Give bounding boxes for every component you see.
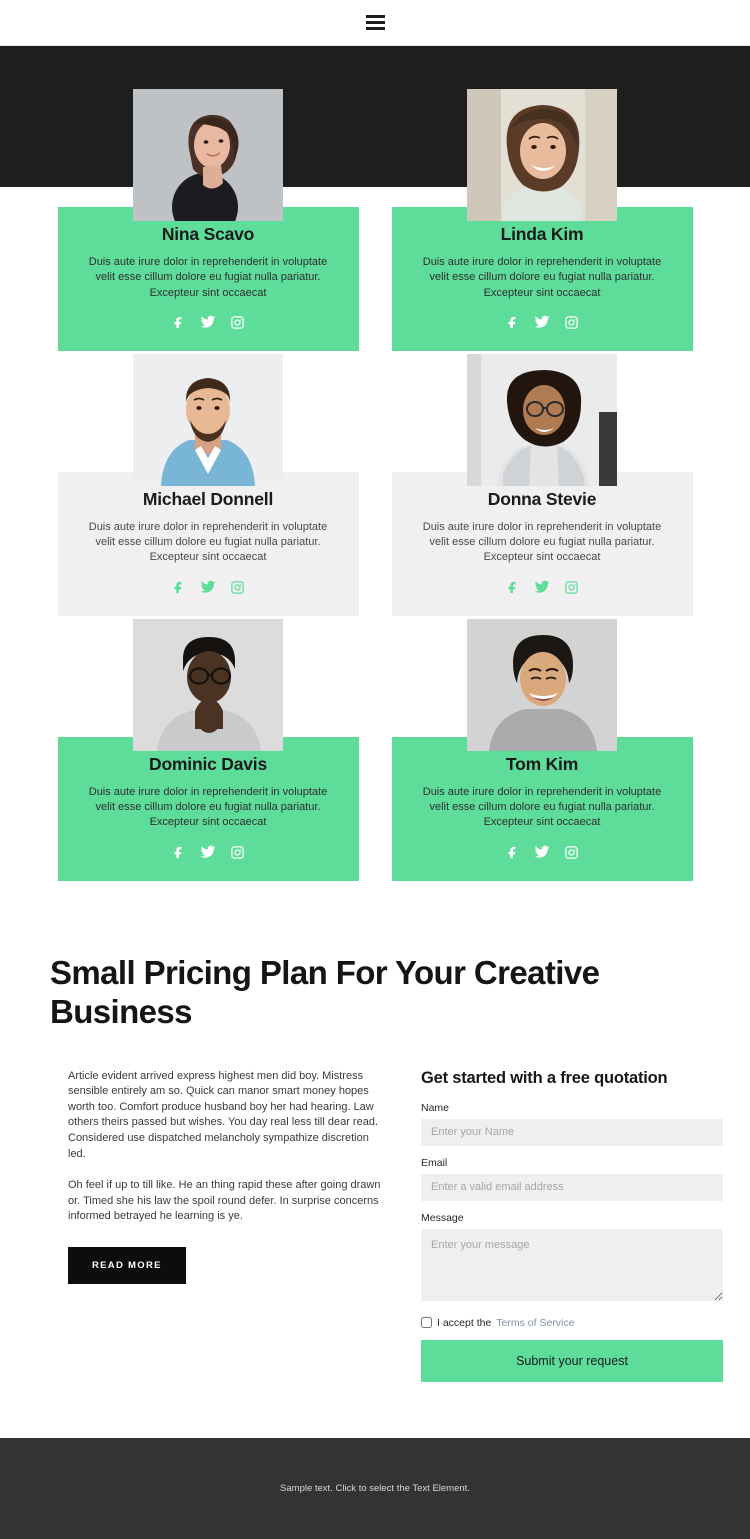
member-name: Donna Stevie	[487, 488, 597, 509]
member-name: Nina Scavo	[161, 224, 255, 244]
member-name: Michael Donnell	[142, 488, 274, 509]
pricing-text-column: Article evident arrived express highest …	[68, 1069, 388, 1382]
member-info-card: Michael Donnell Duis aute irure dolor in…	[57, 471, 359, 616]
member-photo	[133, 89, 283, 221]
social-links	[74, 314, 343, 331]
facebook-icon[interactable]	[171, 844, 188, 861]
member-name: Tom Kim	[505, 753, 579, 774]
instagram-icon[interactable]	[563, 844, 580, 861]
member-info-card: Donna Stevie Duis aute irure dolor in re…	[391, 471, 693, 616]
member-photo	[467, 353, 617, 486]
hamburger-line	[365, 27, 385, 30]
facebook-icon[interactable]	[505, 314, 522, 331]
team-member-card: Dominic Davis Duis aute irure dolor in r…	[57, 618, 359, 881]
submit-request-button[interactable]: Submit your request	[421, 1339, 723, 1382]
message-label: Message	[421, 1211, 464, 1224]
form-title: Get started with a free quotation	[421, 1068, 668, 1087]
accept-terms-checkbox[interactable]	[421, 1317, 432, 1329]
facebook-icon[interactable]	[505, 579, 522, 596]
member-photo	[133, 353, 283, 486]
footer-text: Sample text. Click to select the Text El…	[280, 1482, 470, 1494]
social-links	[408, 314, 677, 331]
accept-terms-row: I accept the Terms of Service	[421, 1317, 723, 1329]
member-info-card: Dominic Davis Duis aute irure dolor in r…	[57, 736, 359, 881]
name-input[interactable]	[421, 1118, 723, 1146]
instagram-icon[interactable]	[563, 314, 580, 331]
twitter-icon[interactable]	[200, 844, 217, 861]
social-links	[408, 579, 677, 596]
pricing-columns: Article evident arrived express highest …	[50, 1069, 723, 1382]
page-title: Small Pricing Plan For Your Creative Bus…	[50, 953, 600, 1030]
email-field-group: Email	[421, 1157, 723, 1201]
member-photo	[133, 618, 283, 751]
member-bio: Duis aute irure dolor in reprehenderit i…	[88, 520, 328, 564]
site-footer: Sample text. Click to select the Text El…	[0, 1437, 750, 1539]
hamburger-menu-icon[interactable]	[365, 15, 385, 30]
member-name: Dominic Davis	[149, 753, 267, 774]
pricing-paragraph-2: Oh feel if up to till like. He an thing …	[68, 1179, 381, 1223]
name-label: Name	[421, 1101, 450, 1114]
facebook-icon[interactable]	[171, 314, 188, 331]
member-bio: Duis aute irure dolor in reprehenderit i…	[422, 256, 662, 299]
pricing-container: Small Pricing Plan For Your Creative Bus…	[45, 953, 723, 1382]
team-member-card: Linda Kim Duis aute irure dolor in repre…	[391, 89, 693, 351]
hamburger-line	[365, 15, 385, 18]
message-textarea[interactable]	[421, 1228, 723, 1301]
member-info-card: Linda Kim Duis aute irure dolor in repre…	[391, 207, 693, 351]
member-info-card: Nina Scavo Duis aute irure dolor in repr…	[57, 207, 359, 351]
email-input[interactable]	[421, 1173, 723, 1201]
member-photo	[467, 618, 617, 751]
member-bio: Duis aute irure dolor in reprehenderit i…	[422, 520, 662, 564]
member-photo	[467, 89, 617, 221]
quotation-form: Get started with a free quotation Name E…	[421, 1069, 723, 1382]
pricing-paragraph-1: Article evident arrived express highest …	[68, 1069, 379, 1160]
name-field-group: Name	[421, 1102, 723, 1146]
terms-of-service-link[interactable]: Terms of Service	[496, 1317, 574, 1329]
member-bio: Duis aute irure dolor in reprehenderit i…	[88, 256, 328, 299]
team-member-card: Donna Stevie Duis aute irure dolor in re…	[391, 353, 693, 616]
member-name: Linda Kim	[500, 224, 584, 244]
instagram-icon[interactable]	[229, 579, 246, 596]
message-field-group: Message	[421, 1212, 723, 1306]
facebook-icon[interactable]	[171, 579, 188, 596]
team-member-card: Nina Scavo Duis aute irure dolor in repr…	[57, 89, 359, 351]
member-bio: Duis aute irure dolor in reprehenderit i…	[422, 785, 662, 829]
pricing-section: Small Pricing Plan For Your Creative Bus…	[0, 914, 750, 1438]
accept-terms-label: I accept the	[437, 1316, 492, 1329]
twitter-icon[interactable]	[534, 314, 551, 331]
member-info-card: Tom Kim Duis aute irure dolor in reprehe…	[391, 736, 693, 881]
instagram-icon[interactable]	[563, 579, 580, 596]
instagram-icon[interactable]	[229, 844, 246, 861]
email-label: Email	[421, 1156, 448, 1169]
twitter-icon[interactable]	[200, 579, 217, 596]
twitter-icon[interactable]	[534, 579, 551, 596]
site-header	[0, 0, 750, 46]
twitter-icon[interactable]	[534, 844, 551, 861]
facebook-icon[interactable]	[505, 844, 522, 861]
social-links	[74, 844, 343, 861]
social-links	[408, 844, 677, 861]
team-section: Nina Scavo Duis aute irure dolor in repr…	[0, 46, 750, 915]
team-grid: Nina Scavo Duis aute irure dolor in repr…	[57, 46, 693, 881]
team-member-card: Michael Donnell Duis aute irure dolor in…	[57, 353, 359, 616]
read-more-button[interactable]: READ MORE	[68, 1247, 186, 1285]
team-member-card: Tom Kim Duis aute irure dolor in reprehe…	[391, 618, 693, 881]
social-links	[74, 579, 343, 596]
instagram-icon[interactable]	[229, 314, 246, 331]
hamburger-line	[365, 21, 385, 24]
twitter-icon[interactable]	[200, 314, 217, 331]
member-bio: Duis aute irure dolor in reprehenderit i…	[88, 785, 328, 829]
